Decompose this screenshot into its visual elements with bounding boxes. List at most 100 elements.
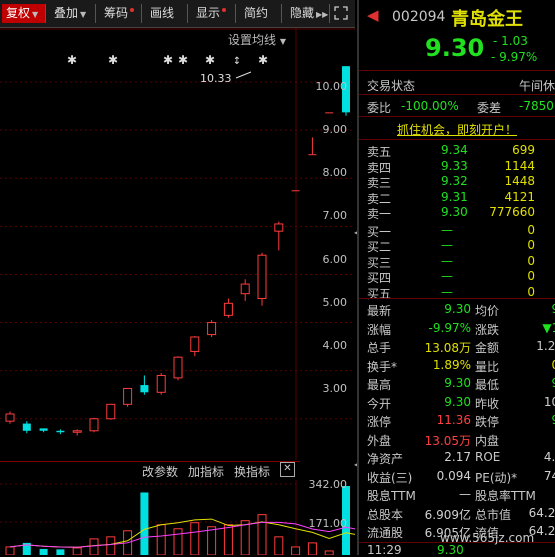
ma-settings-button[interactable]: 设置均线 ▼	[228, 31, 286, 48]
stat-label: 收益(三)	[367, 470, 413, 485]
stat-label: ROE	[475, 450, 501, 464]
candle-body	[257, 254, 267, 300]
weibi-value: -100.00%	[401, 99, 459, 113]
volume-chart	[0, 480, 355, 555]
candle-body	[22, 423, 31, 431]
stat-value: 0.	[523, 358, 555, 372]
candle-body	[173, 356, 183, 379]
add-indicator-tab[interactable]: 加指标	[188, 463, 224, 480]
candle-body	[106, 403, 116, 420]
stat-value: 2.17	[444, 450, 471, 464]
back-icon[interactable]: ◀	[367, 6, 379, 24]
sell-level-volume: 699	[512, 143, 535, 157]
peak-pointer	[235, 71, 252, 79]
price-change: - 1.03	[493, 34, 528, 48]
fullscreen-icon[interactable]	[332, 4, 352, 23]
stock-code: 002094	[392, 9, 446, 25]
buy-level-volume: 0	[527, 238, 535, 252]
overlay-button[interactable]: 叠加 ▼	[50, 4, 96, 23]
star-marker: ✱	[108, 53, 118, 67]
sell-level-label: 卖三	[367, 176, 392, 190]
stat-label: 总手	[367, 341, 392, 355]
arrow-marker: ↕	[233, 56, 241, 67]
stat-label: 外盘	[367, 433, 392, 448]
stat-label: 换手*	[367, 359, 398, 374]
candle-body	[5, 413, 15, 422]
buy-level-volume: 0	[527, 284, 535, 299]
candle-body	[291, 190, 300, 192]
y-tick: 10.00	[315, 80, 348, 93]
volume-bar	[274, 536, 284, 555]
volume-bar	[324, 550, 334, 555]
vol-tick: 171.00	[308, 517, 348, 530]
open-account-link[interactable]: 抓住机会，即刻开户！	[397, 121, 517, 138]
display-button[interactable]: 显示	[192, 4, 236, 23]
volume-bar	[207, 526, 217, 555]
candle-body	[123, 387, 133, 405]
buy-level-price: —	[441, 269, 453, 283]
stat-value: 2	[523, 432, 555, 446]
buy-level-volume: 0	[527, 253, 535, 268]
simple-button[interactable]: 简约	[240, 4, 282, 23]
chip-button[interactable]: 筹码	[100, 4, 142, 23]
stat-label: 股息TTM	[367, 489, 416, 503]
stat-value: 9.30	[444, 302, 471, 316]
stat-value: 13.05万	[424, 433, 471, 448]
star-marker: ✱	[258, 53, 268, 67]
candle-body	[207, 322, 217, 336]
kline-chart[interactable]: ✱ ✱ ✱ ✱ ✱ ✱ ↕	[0, 28, 355, 460]
volume-bar	[257, 514, 267, 555]
candle-body	[190, 336, 200, 352]
edit-params-tab[interactable]: 改参数	[142, 463, 178, 480]
fuquan-button[interactable]: 复权 ▼	[2, 4, 46, 23]
stat-label: 内盘	[475, 433, 500, 448]
candle-body	[274, 223, 284, 232]
sell-level-price: 9.31	[441, 189, 468, 204]
weicha-label: 委差	[477, 101, 502, 115]
sell-level-label: 卖四	[367, 160, 392, 175]
buy-level-price: —	[441, 238, 453, 252]
weicha-value: -7850	[519, 99, 554, 113]
buy-level-price: —	[441, 253, 453, 268]
stat-value: 74.	[543, 468, 555, 483]
volume-bar	[223, 524, 233, 555]
stat-value: 4.4	[543, 450, 555, 464]
stat-value: —	[459, 487, 471, 501]
chart-toolbar: 复权 ▼ 叠加 ▼ 筹码 画线 显示 简约 隐藏 ▶▶	[0, 0, 355, 28]
stat-label: 今开	[367, 396, 392, 411]
stat-label: 最新	[367, 304, 392, 318]
volume-bar	[39, 548, 48, 555]
stat-label: 均价	[475, 304, 500, 318]
stat-value: 9.	[523, 302, 555, 316]
buy-level-volume: 0	[527, 269, 535, 283]
stat-label: 量比	[475, 359, 500, 374]
y-tick: 4.00	[322, 339, 348, 352]
buy-level-label: 买四	[367, 271, 392, 285]
candle-body	[72, 430, 82, 433]
switch-indicator-tab[interactable]: 换指标	[234, 463, 270, 480]
quote-panel: ◀ 002094 青岛金王 9.30 - 1.03 - 9.97% 交易状态 午…	[357, 0, 555, 557]
hide-button[interactable]: 隐藏 ▶▶	[286, 4, 330, 23]
stat-value: 10.	[543, 394, 555, 409]
y-tick: 5.00	[322, 296, 348, 309]
volume-bar	[291, 546, 301, 555]
candle-body	[240, 283, 250, 295]
stat-label: 流通股	[367, 526, 404, 540]
buy-level-label: 买二	[367, 240, 392, 254]
y-tick: 9.00	[322, 123, 348, 136]
volume-svg	[0, 480, 355, 555]
draw-line-button[interactable]: 画线	[146, 4, 188, 23]
buy-level-price: —	[441, 222, 453, 237]
volume-bar	[190, 522, 200, 555]
weibi-label: 委比	[367, 101, 392, 115]
sell-level-volume: 4121	[504, 189, 535, 204]
close-icon[interactable]: ✕	[280, 462, 295, 477]
candle-body	[140, 385, 149, 393]
last-price: 9.30	[425, 34, 485, 62]
stat-value: 1.89%	[432, 357, 471, 372]
dot-icon	[222, 8, 227, 12]
stat-value: 64.25	[528, 505, 555, 520]
star-marker: ✱	[67, 53, 77, 67]
candle-body	[39, 428, 48, 431]
stat-value: 11.36	[436, 413, 471, 427]
